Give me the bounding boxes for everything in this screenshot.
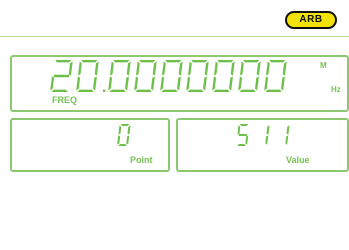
- digit-segment-a: [243, 60, 260, 63]
- digit-segment-e: [134, 76, 139, 91]
- frequency-digits: [50, 60, 287, 92]
- digit-segment-d: [265, 89, 282, 92]
- digit-segment-b: [152, 61, 157, 76]
- digit-segment-c: [285, 135, 289, 145]
- digit-segment-c: [203, 76, 207, 91]
- mode-badge[interactable]: ARB: [285, 11, 337, 29]
- digit-segment-f: [118, 125, 122, 135]
- digit-segment-c: [93, 76, 97, 91]
- digit-segment-f: [214, 61, 218, 76]
- digit-segment-d: [237, 144, 246, 146]
- digit-segment-d: [109, 89, 126, 92]
- instrument-display: ARB M Hz FREQ Point Value: [0, 0, 349, 250]
- digit-segment-e: [50, 76, 55, 91]
- digit-segment-c: [245, 135, 249, 145]
- digit-segment-b: [286, 125, 290, 135]
- point-digits: [117, 124, 131, 146]
- digit-segment-c: [281, 76, 285, 91]
- digit-segment-a: [217, 60, 234, 63]
- point-label: Point: [130, 155, 153, 165]
- frequency-unit-prefix: M: [320, 61, 327, 70]
- digit-segment-a: [81, 60, 98, 63]
- digit-segment-c: [125, 76, 129, 91]
- digit-segment-f: [110, 61, 114, 76]
- digit-segment-f: [240, 61, 244, 76]
- digit-segment-f: [237, 125, 241, 135]
- digit-segment-e: [238, 76, 243, 91]
- frequency-unit: Hz: [331, 85, 341, 94]
- digit-segment-b: [266, 125, 270, 135]
- digit-segment-g: [53, 74, 70, 78]
- digit-segment-a: [269, 60, 286, 63]
- digit-segment-b: [230, 61, 235, 76]
- digit-segment-a: [191, 60, 208, 63]
- digit-segment-c: [255, 76, 259, 91]
- digit-segment-f: [78, 61, 82, 76]
- digit-segment-e: [264, 76, 269, 91]
- digit-segment-c: [265, 135, 269, 145]
- frequency-label: FREQ: [52, 95, 78, 105]
- digit-segment-e: [76, 76, 81, 91]
- decimal-point-segment: [103, 89, 106, 92]
- digit-segment-b: [178, 61, 183, 76]
- digit-segment-b: [68, 61, 73, 76]
- digit-segment-a: [165, 60, 182, 63]
- digit-segment-a: [120, 124, 130, 126]
- digit-segment-d: [213, 89, 230, 92]
- digit-segment-d: [135, 89, 152, 92]
- digit-segment-c: [151, 76, 155, 91]
- digit-segment-f: [188, 61, 192, 76]
- digit-segment-d: [239, 89, 256, 92]
- digit-segment-d: [51, 89, 68, 92]
- digit-segment-b: [127, 125, 131, 135]
- value-digits: [237, 124, 290, 146]
- digit-segment-e: [117, 135, 121, 145]
- digit-segment-a: [139, 60, 156, 63]
- digit-segment-c: [177, 76, 181, 91]
- digit-segment-d: [77, 89, 94, 92]
- header-divider: [0, 36, 349, 37]
- digit-segment-a: [113, 60, 130, 63]
- digit-segment-f: [162, 61, 166, 76]
- digit-segment-e: [212, 76, 217, 91]
- digit-segment-f: [136, 61, 140, 76]
- digit-segment-b: [126, 61, 131, 76]
- digit-segment-d: [118, 144, 127, 146]
- digit-segment-d: [187, 89, 204, 92]
- digit-segment-b: [204, 61, 209, 76]
- digit-segment-c: [229, 76, 233, 91]
- digit-segment-e: [160, 76, 165, 91]
- digit-segment-c: [126, 135, 130, 145]
- digit-segment-e: [108, 76, 113, 91]
- digit-segment-a: [55, 60, 72, 63]
- digit-segment-b: [94, 61, 99, 76]
- digit-segment-e: [186, 76, 191, 91]
- digit-segment-d: [161, 89, 178, 92]
- digit-segment-a: [239, 124, 249, 126]
- digit-segment-b: [282, 61, 287, 76]
- digit-segment-g: [238, 134, 247, 136]
- value-label: Value: [286, 155, 310, 165]
- digit-segment-f: [266, 61, 270, 76]
- digit-segment-b: [256, 61, 261, 76]
